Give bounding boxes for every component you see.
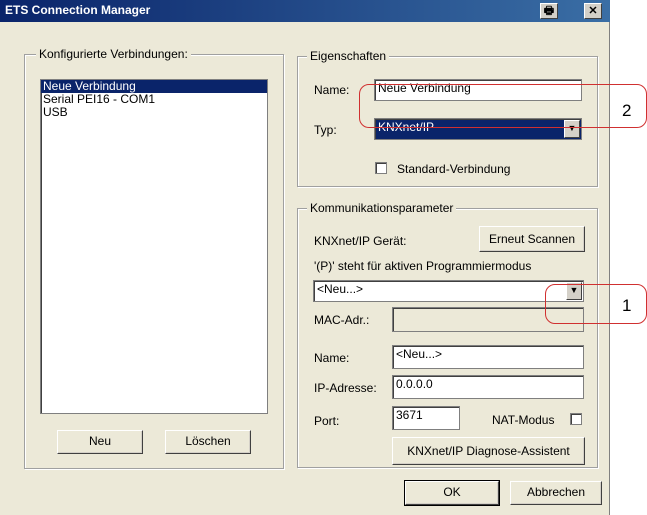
mac-label: MAC-Adr.:: [314, 313, 370, 327]
print-icon[interactable]: 🖶: [540, 3, 558, 19]
standard-connection-checkbox[interactable]: [375, 162, 387, 174]
delete-button[interactable]: Löschen: [165, 430, 251, 454]
callout-1-frame: [545, 284, 647, 324]
diagnose-assistant-button[interactable]: KNXnet/IP Diagnose-Assistent: [392, 437, 585, 465]
rescan-button[interactable]: Erneut Scannen: [479, 226, 585, 252]
properties-legend: Eigenschaften: [307, 49, 390, 63]
window-title: ETS Connection Manager: [5, 3, 151, 17]
programming-mode-hint: '(P)' steht für aktiven Programmiermodus: [314, 259, 532, 273]
port-label: Port:: [314, 414, 340, 428]
device-label: KNXnet/IP Gerät:: [314, 234, 407, 248]
ip-address-field[interactable]: 0.0.0.0: [392, 375, 584, 399]
list-item[interactable]: USB: [41, 106, 267, 119]
type-label: Typ:: [314, 123, 337, 137]
name-label: Name:: [314, 83, 350, 97]
nat-mode-label: NAT-Modus: [492, 413, 555, 427]
comm-params-legend: Kommunikationsparameter: [307, 201, 457, 215]
callout-2-frame: [359, 84, 647, 128]
cancel-button[interactable]: Abbrechen: [510, 481, 602, 505]
close-icon[interactable]: ✕: [584, 3, 602, 19]
port-field[interactable]: 3671: [392, 406, 460, 430]
nat-mode-checkbox[interactable]: [570, 413, 582, 425]
list-item[interactable]: Serial PEI16 - COM1: [41, 93, 267, 106]
device-select[interactable]: <Neu...>: [313, 280, 584, 302]
device-name-label: Name:: [314, 351, 350, 365]
new-button[interactable]: Neu: [57, 430, 143, 454]
callout-2-number: 2: [622, 101, 632, 120]
connections-list[interactable]: Neue Verbindung Serial PEI16 - COM1 USB: [40, 79, 268, 414]
device-name-field[interactable]: <Neu...>: [392, 345, 584, 369]
ok-button[interactable]: OK: [404, 480, 500, 506]
standard-connection-label: Standard-Verbindung: [397, 162, 511, 176]
ip-address-label: IP-Adresse:: [314, 381, 377, 395]
callout-1-number: 1: [622, 296, 632, 315]
connections-legend: Konfigurierte Verbindungen:: [36, 47, 191, 61]
